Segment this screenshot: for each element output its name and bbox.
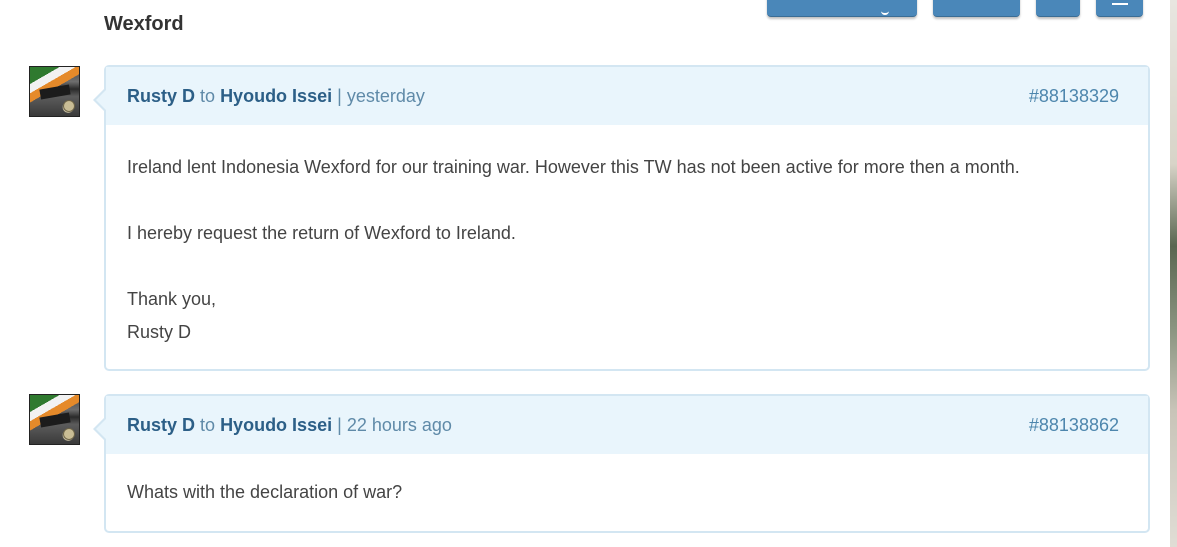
author-link[interactable]: Rusty D [127, 86, 195, 106]
post-id-link[interactable]: #88138862 [1029, 396, 1119, 454]
post-body: Whats with the declaration of war? [106, 454, 1148, 529]
post-header: Rusty D to Hyoudo Issei | yesterday #881… [106, 67, 1148, 125]
toolbar-button-small[interactable] [1036, 0, 1080, 17]
post-time: 22 hours ago [346, 415, 452, 435]
post-header: Rusty D to Hyoudo Issei | 22 hours ago #… [106, 396, 1148, 454]
post-signature: Rusty D [127, 322, 192, 342]
post-body: Ireland lent Indonesia Wexford for our t… [106, 125, 1148, 369]
recipient-link[interactable]: Hyoudo Issei [220, 86, 332, 106]
menu-icon [1112, 0, 1128, 5]
post-paragraph: Whats with the declaration of war? [127, 482, 403, 502]
separator: | [337, 415, 342, 435]
recipient-link[interactable]: Hyoudo Issei [220, 415, 332, 435]
message-post: Rusty D to Hyoudo Issei | 22 hours ago #… [93, 394, 1150, 533]
to-label: to [200, 415, 216, 435]
message-post: Rusty D to Hyoudo Issei | yesterday #881… [93, 65, 1150, 371]
menu-button[interactable] [1096, 0, 1143, 17]
rank-badge-icon [63, 428, 75, 440]
avatar-image-detail [39, 84, 71, 100]
to-label: to [200, 86, 216, 106]
separator: | [337, 86, 342, 106]
thread-title: Wexford [104, 13, 184, 35]
button-text-fragment [881, 9, 889, 15]
toolbar-button-secondary[interactable] [933, 0, 1020, 17]
page: Wexford Rusty D to Hyoudo Issei | yester… [0, 0, 1177, 547]
author-link[interactable]: Rusty D [127, 415, 195, 435]
post-paragraph: I hereby request the return of Wexford t… [127, 223, 516, 243]
post-time: yesterday [346, 86, 425, 106]
toolbar-button-primary[interactable] [767, 0, 917, 17]
post-id-link[interactable]: #88138329 [1029, 67, 1119, 125]
avatar-image-detail [39, 412, 71, 428]
rank-badge-icon [63, 100, 75, 112]
avatar[interactable] [29, 394, 80, 445]
post-paragraph: Ireland lent Indonesia Wexford for our t… [127, 157, 1020, 177]
avatar[interactable] [29, 66, 80, 117]
window-edge [1170, 0, 1177, 547]
post-paragraph: Thank you, [127, 289, 217, 309]
